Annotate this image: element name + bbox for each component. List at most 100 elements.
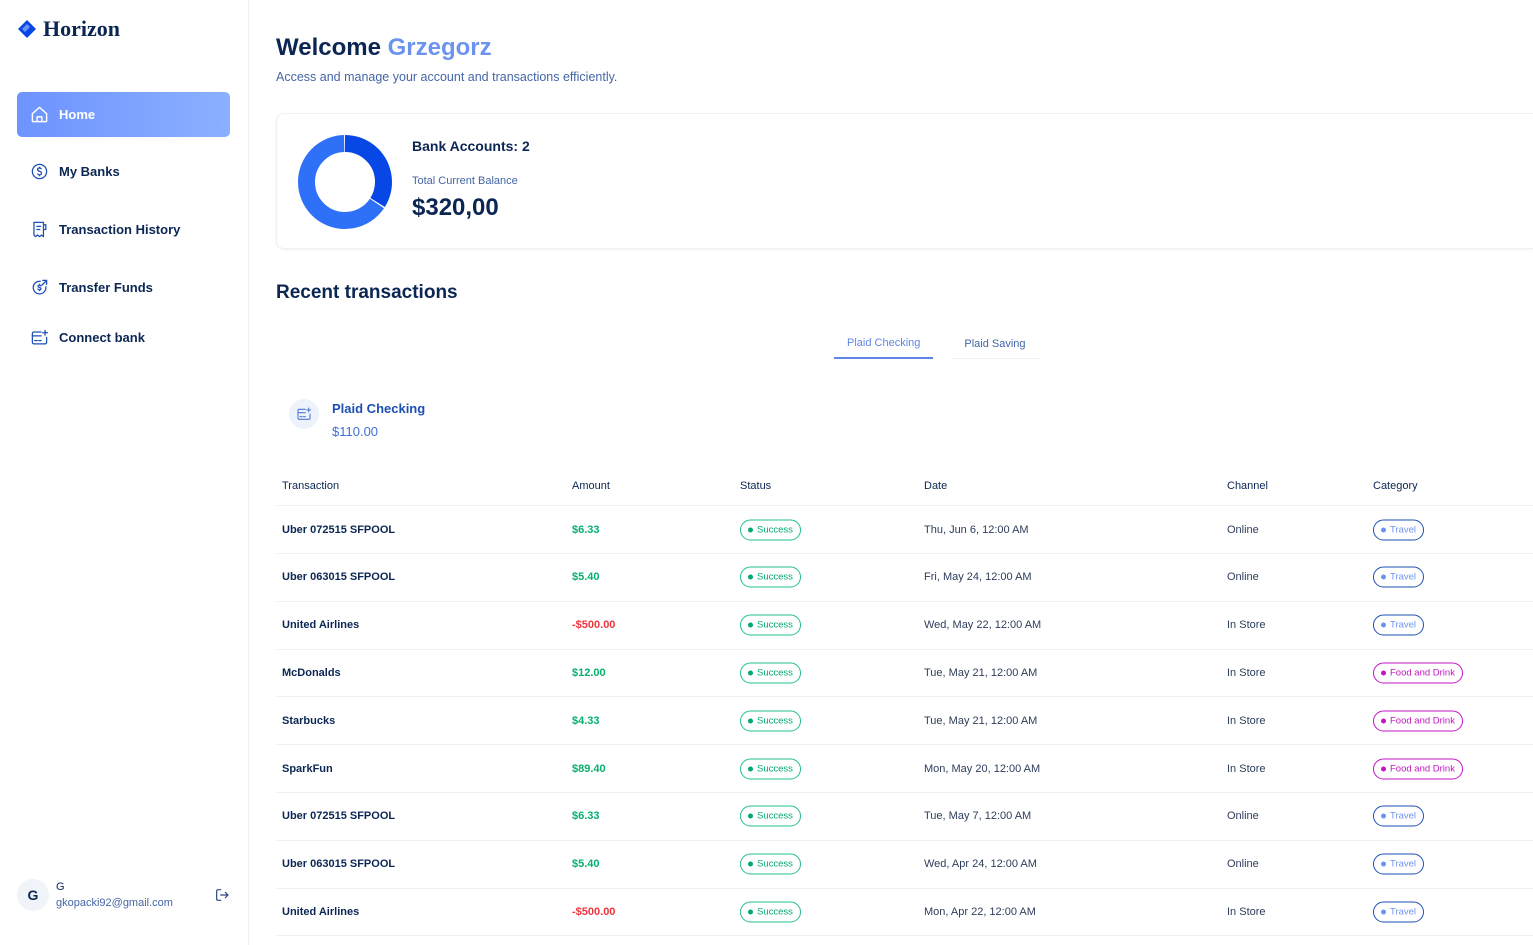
status-badge: Success: [740, 519, 801, 540]
transaction-date: Tue, May 7, 12:00 AM: [924, 810, 1032, 823]
sidebar-item-connect-bank[interactable]: Connect bank: [17, 315, 230, 360]
table-header: Transaction Amount Status Date Channel C…: [276, 466, 1533, 506]
transaction-name: Uber 072515 SFPOOL: [282, 810, 396, 823]
category-label: Travel: [1390, 906, 1417, 918]
sidebar-item-home[interactable]: Home: [17, 92, 230, 137]
transaction-amount: -$500.00: [572, 905, 616, 918]
category-dot-icon: [1381, 909, 1386, 915]
status-dot-icon: [748, 718, 753, 724]
status-badge: Success: [740, 758, 801, 779]
page-title: Welcome Grzegorz: [276, 34, 492, 62]
transaction-date: Thu, Jun 6, 12:00 AM: [924, 523, 1029, 536]
category-dot-icon: [1381, 670, 1386, 676]
category-label: Travel: [1390, 524, 1417, 535]
category-cell: Food and Drink: [1373, 758, 1463, 779]
category-cell: Travel: [1373, 853, 1425, 875]
status-dot-icon: [748, 766, 753, 771]
category-cell: Travel: [1373, 805, 1425, 827]
column-header-date: Date: [924, 480, 948, 492]
transaction-name: SparkFun: [282, 762, 333, 775]
transaction-channel: Online: [1227, 523, 1259, 536]
table-row[interactable]: Uber 063015 SFPOOL $5.40 Success Fri, May 2…: [276, 554, 1533, 602]
status-dot-icon: [748, 813, 753, 819]
card-add-icon: [31, 329, 49, 345]
total-balance-card: Bank Accounts: 2 Total Current Balance $…: [276, 113, 1533, 249]
status-badge: Success: [740, 566, 801, 588]
transaction-amount: $6.33: [572, 523, 600, 536]
transaction-amount: $89.40: [572, 762, 606, 775]
transaction-amount: $12.00: [572, 666, 606, 679]
transaction-name: McDonalds: [282, 666, 341, 679]
column-header-status: Status: [740, 480, 772, 492]
transaction-amount: $5.40: [572, 858, 600, 871]
category-badge: Travel: [1373, 901, 1425, 923]
transaction-date: Fri, May 24, 12:00 AM: [924, 571, 1032, 584]
category-badge: Travel: [1373, 805, 1425, 827]
transaction-channel: In Store: [1227, 905, 1266, 918]
transaction-channel: Online: [1227, 858, 1259, 871]
table-row[interactable]: United Airlines -$500.00 Success Mon, Apr 2…: [276, 888, 1533, 937]
table-row[interactable]: McDonalds $12.00 Success Tue, May 21, 12:00…: [276, 649, 1533, 698]
sidebar-item-label: Home: [59, 107, 96, 122]
horizon-logo-icon: [18, 20, 36, 38]
user-email: gkopacki92@gmail.com: [56, 897, 173, 909]
category-cell: Travel: [1373, 614, 1425, 636]
tab-plaid-checking[interactable]: Plaid Checking: [834, 329, 934, 359]
bank-card-icon: [289, 399, 319, 429]
table-row[interactable]: SparkFun $89.40 Success Mon, May 20, 12:00 …: [276, 745, 1533, 793]
transaction-date: Tue, May 21, 12:00 AM: [924, 714, 1038, 727]
category-badge: Travel: [1373, 853, 1425, 875]
transaction-date: Wed, May 22, 12:00 AM: [924, 619, 1042, 632]
table-row[interactable]: United Airlines -$500.00 Success Wed, May 2…: [276, 602, 1533, 650]
transaction-name: Uber 072515 SFPOOL: [282, 523, 396, 536]
sidebar-item-transaction-history[interactable]: Transaction History: [17, 207, 230, 252]
category-dot-icon: [1381, 861, 1386, 867]
category-label: Food and Drink: [1390, 763, 1455, 774]
account-tabs: Plaid Checking Plaid Saving: [834, 329, 1039, 359]
transaction-date: Tue, May 21, 12:00 AM: [924, 666, 1038, 679]
category-dot-icon: [1381, 766, 1386, 771]
column-header-amount: Amount: [572, 480, 610, 492]
sidebar-item-label: Transaction History: [59, 222, 181, 237]
status-cell: Success: [740, 614, 801, 636]
category-label: Travel: [1390, 858, 1417, 870]
status-dot-icon: [748, 574, 753, 580]
app-logo[interactable]: Horizon: [17, 16, 120, 42]
sidebar-item-my-banks[interactable]: My Banks: [17, 149, 230, 194]
transaction-name: Starbucks: [282, 714, 336, 727]
status-badge: Success: [740, 901, 801, 923]
status-label: Success: [757, 619, 793, 631]
user-footer: G G gkopacki92@gmail.com: [17, 878, 232, 914]
status-label: Success: [757, 763, 793, 774]
category-dot-icon: [1381, 813, 1386, 819]
sidebar-item-label: My Banks: [59, 164, 120, 179]
transaction-amount: $6.33: [572, 810, 600, 823]
status-dot-icon: [748, 909, 753, 915]
category-cell: Travel: [1373, 901, 1425, 923]
category-cell: Food and Drink: [1373, 662, 1463, 684]
recent-transactions-title: Recent transactions: [276, 282, 458, 303]
category-badge: Food and Drink: [1373, 758, 1463, 779]
sidebar-item-transfer-funds[interactable]: Transfer Funds: [17, 265, 230, 310]
table-row[interactable]: Starbucks $4.33 Success Tue, May 21, 12:00 …: [276, 697, 1533, 746]
tab-plaid-saving[interactable]: Plaid Saving: [951, 329, 1039, 359]
logout-icon[interactable]: [214, 887, 230, 903]
status-cell: Success: [740, 566, 801, 588]
user-name: G: [56, 881, 65, 893]
table-row[interactable]: Uber 072515 SFPOOL $6.33 Success Thu, Jun 6…: [276, 506, 1533, 554]
transaction-amount: $5.40: [572, 571, 600, 584]
transaction-channel: In Store: [1227, 619, 1266, 632]
table-row[interactable]: Uber 072515 SFPOOL $6.33 Success Tue, May 7…: [276, 793, 1533, 841]
transaction-channel: In Store: [1227, 714, 1266, 727]
avatar: G: [17, 879, 49, 911]
sidebar: Horizon Home My Banks Transaction Histor…: [0, 0, 249, 945]
table-row[interactable]: Uber 063015 SFPOOL $5.40 Success Wed, Apr 2…: [276, 841, 1533, 889]
category-cell: Travel: [1373, 566, 1425, 588]
category-dot-icon: [1381, 527, 1386, 532]
category-dot-icon: [1381, 718, 1386, 724]
category-dot-icon: [1381, 622, 1386, 628]
category-label: Travel: [1390, 571, 1417, 583]
status-badge: Success: [740, 662, 801, 684]
app-name: Horizon: [43, 16, 120, 41]
status-label: Success: [757, 906, 793, 918]
